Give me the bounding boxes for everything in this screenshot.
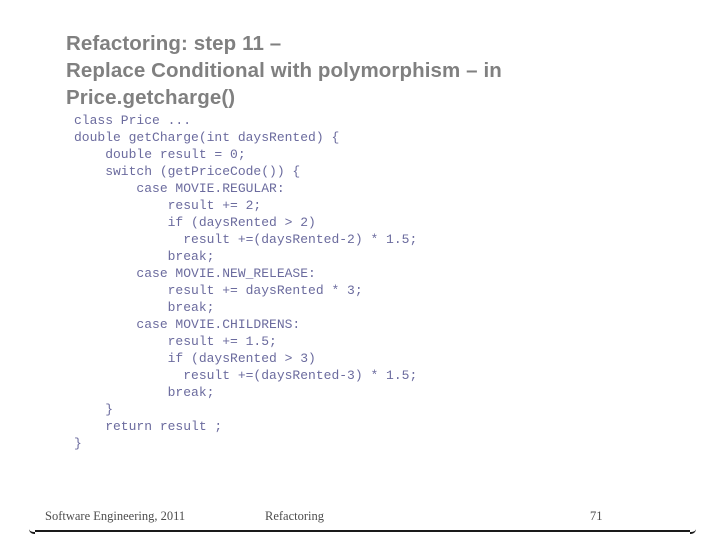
code-line: break; [74, 300, 215, 315]
footer-course-label: Software Engineering, 2011 [45, 509, 186, 523]
code-line: if (daysRented > 2) [74, 215, 316, 230]
code-line: class Price ... [74, 113, 192, 128]
presentation-slide: Refactoring: step 11 – Replace Condition… [0, 0, 720, 540]
footer-page-number: 71 [590, 509, 603, 523]
slide-title: Refactoring: step 11 – Replace Condition… [66, 31, 502, 109]
footer-topic-label: Refactoring [265, 509, 325, 523]
code-line: } [74, 402, 114, 417]
code-line: } [74, 436, 82, 451]
code-line: if (daysRented > 3) [74, 351, 316, 366]
code-line: case MOVIE.NEW_RELEASE: [74, 266, 316, 281]
code-line: result += 2; [74, 198, 262, 213]
code-line: switch (getPriceCode()) { [74, 164, 301, 179]
code-line: double getCharge(int daysRented) { [74, 130, 340, 145]
code-line: case MOVIE.REGULAR: [74, 181, 285, 196]
code-line: case MOVIE.CHILDRENS: [74, 317, 301, 332]
code-line: result +=(daysRented-2) * 1.5; [74, 232, 418, 247]
code-line: result += daysRented * 3; [74, 283, 363, 298]
code-line: break; [74, 249, 215, 264]
code-line: break; [74, 385, 215, 400]
footer-divider [29, 530, 696, 534]
code-line: result +=(daysRented-3) * 1.5; [74, 368, 418, 383]
code-line: double result = 0; [74, 147, 246, 162]
code-line: result += 1.5; [74, 334, 277, 349]
code-block: class Price ... double getCharge(int days… [74, 112, 674, 452]
code-line: return result ; [74, 419, 223, 434]
